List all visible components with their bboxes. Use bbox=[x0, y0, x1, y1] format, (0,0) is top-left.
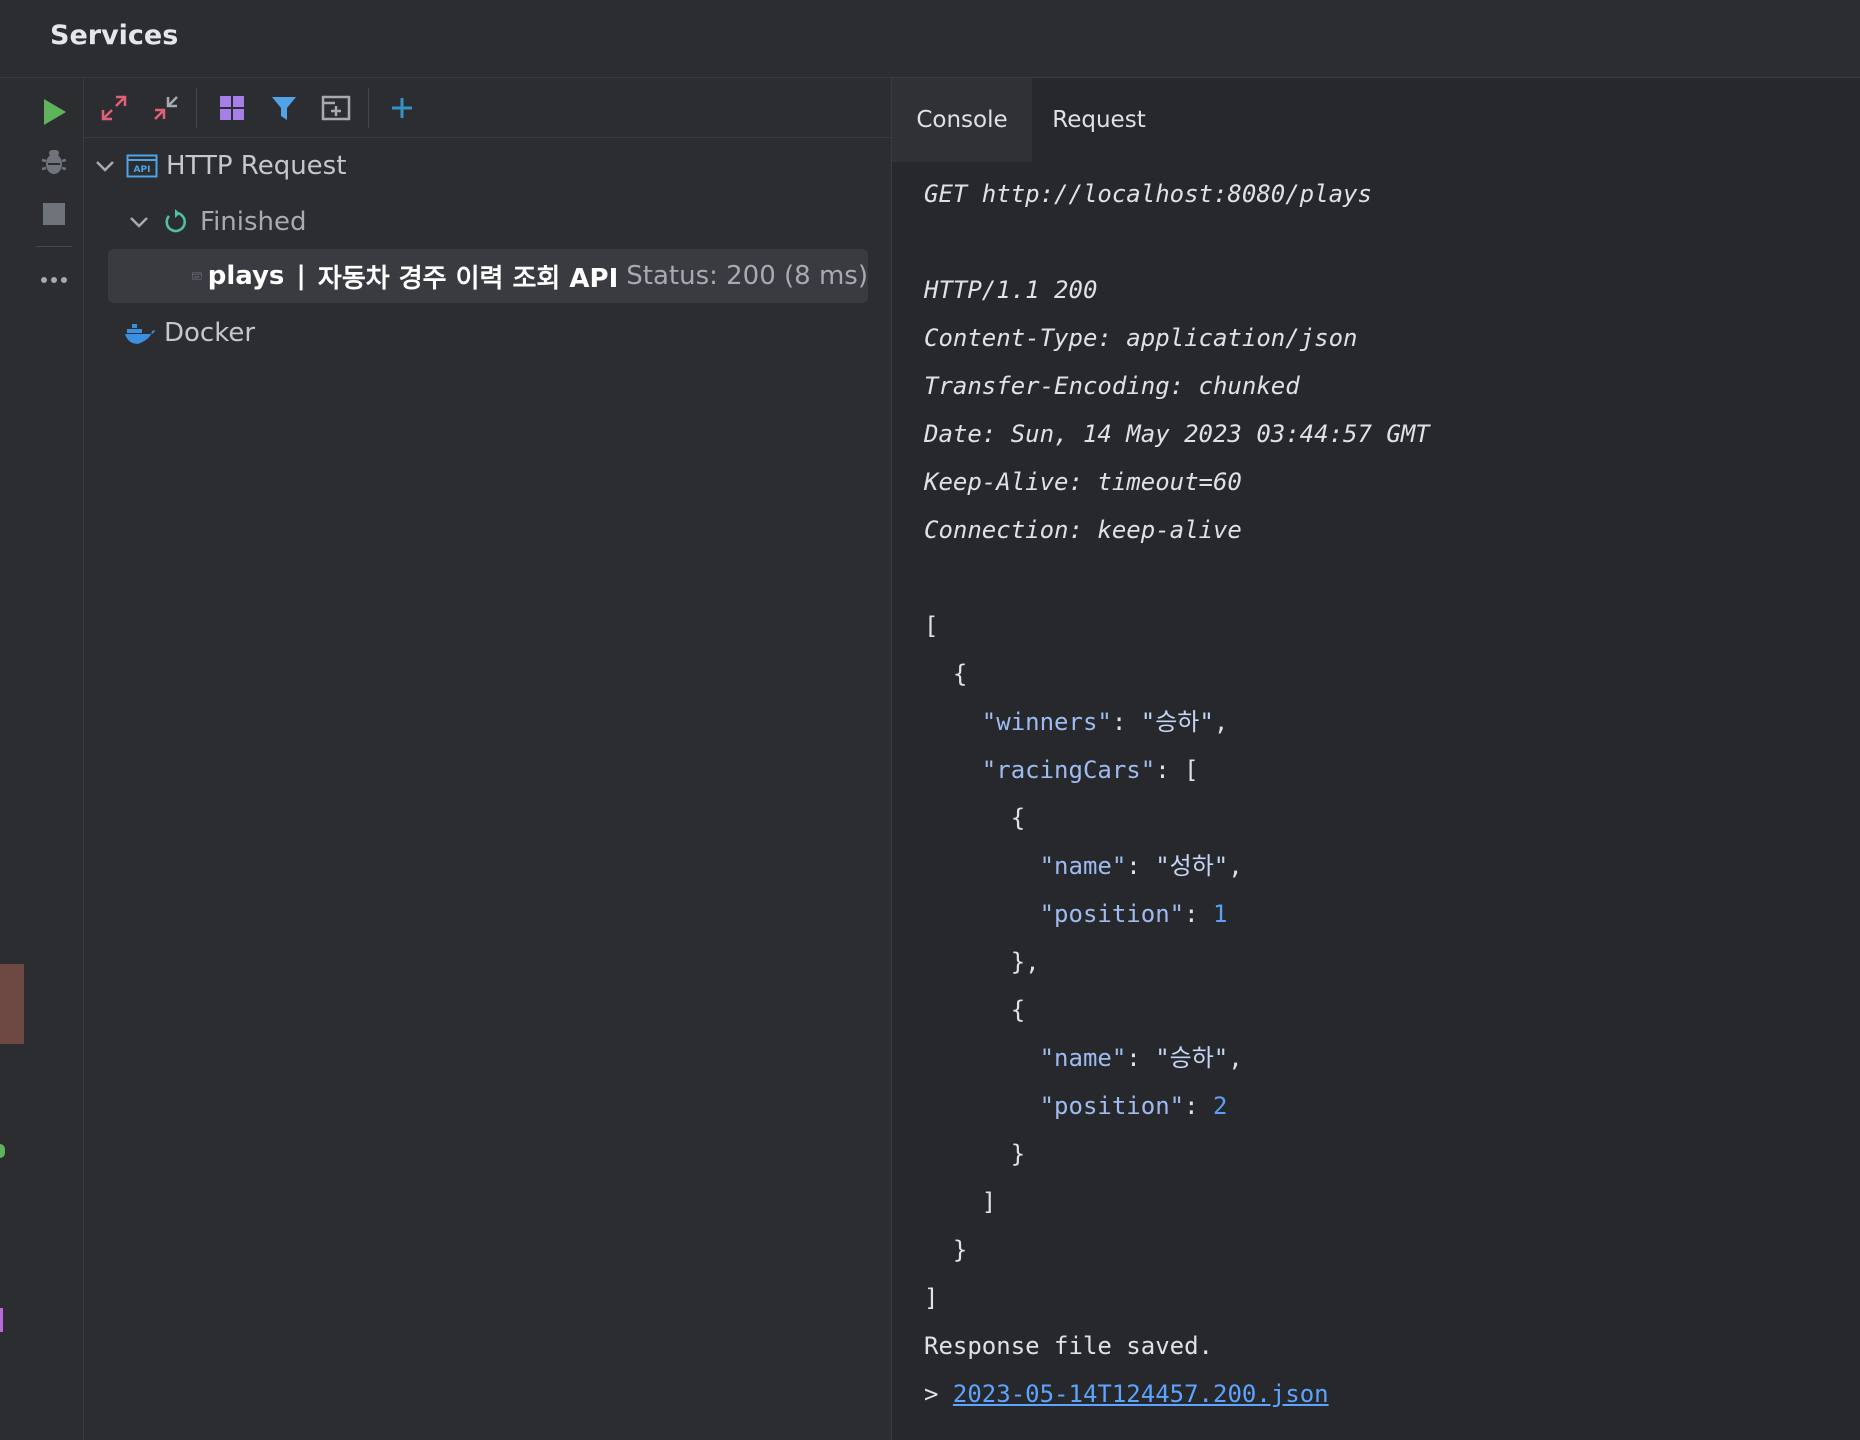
json-value: "승하" bbox=[1155, 1044, 1229, 1072]
json-line: }, bbox=[924, 948, 1040, 976]
rerun-icon bbox=[165, 209, 187, 233]
tree-node-label: Docker bbox=[164, 318, 256, 348]
stop-button[interactable] bbox=[24, 192, 84, 236]
response-header: Transfer-Encoding: chunked bbox=[924, 372, 1300, 400]
saved-file-line: > 2023-05-14T124457.200.json bbox=[924, 1370, 1430, 1418]
json-line: } bbox=[924, 1140, 1026, 1168]
response-header: Content-Type: application/json bbox=[924, 324, 1358, 352]
json-key: "racingCars" bbox=[981, 756, 1156, 784]
new-tab-button[interactable] bbox=[312, 84, 360, 132]
grid-icon bbox=[220, 96, 244, 120]
filter-button[interactable] bbox=[260, 84, 308, 132]
expand-all-button[interactable] bbox=[90, 84, 138, 132]
request-status: Status: 200 (8 ms) bbox=[626, 261, 868, 291]
details-panel: Console Request GET http://localhost:808… bbox=[892, 78, 1860, 1440]
json-line: ] bbox=[924, 1284, 939, 1312]
separator bbox=[36, 246, 72, 247]
saved-message: Response file saved. bbox=[924, 1332, 1213, 1360]
services-actions-column bbox=[24, 78, 84, 1440]
separator bbox=[196, 88, 197, 128]
json-line: } bbox=[924, 1236, 968, 1264]
debug-button[interactable] bbox=[24, 140, 84, 184]
request-line: GET http://localhost:8080/plays bbox=[924, 180, 1372, 208]
request-name: plays bbox=[207, 261, 285, 291]
api-icon: API bbox=[126, 154, 158, 178]
collapse-all-button[interactable] bbox=[142, 84, 190, 132]
plus-icon bbox=[392, 98, 412, 118]
svg-text:API: API bbox=[134, 165, 151, 175]
separator bbox=[368, 88, 369, 128]
json-line: "name": "승하", bbox=[1039, 1044, 1243, 1072]
run-icon bbox=[44, 99, 66, 125]
details-tabs: Console Request bbox=[892, 78, 1860, 162]
run-button[interactable] bbox=[24, 90, 84, 134]
open-in-tab-icon bbox=[321, 95, 351, 121]
status-line: HTTP/1.1 200 bbox=[924, 276, 1098, 304]
tree-node-finished[interactable]: Finished bbox=[128, 195, 307, 249]
docker-icon bbox=[125, 324, 155, 344]
request-description: 자동차 경주 이력 조회 API bbox=[317, 263, 619, 294]
stop-icon bbox=[43, 203, 65, 225]
left-edge-strip bbox=[0, 78, 24, 1440]
titlebar: Services bbox=[0, 0, 1860, 78]
tree-node-label: Finished bbox=[200, 207, 307, 237]
json-line: { bbox=[924, 804, 1026, 832]
json-line: ] bbox=[924, 1188, 997, 1216]
svg-text:API: API bbox=[194, 275, 199, 279]
collapse-icon bbox=[154, 96, 178, 120]
chevron-down-icon bbox=[96, 161, 114, 172]
json-line: { bbox=[924, 660, 968, 688]
response-file-link[interactable]: 2023-05-14T124457.200.json bbox=[953, 1380, 1329, 1408]
tree-node-label: HTTP Request bbox=[166, 151, 347, 181]
json-value: "성하" bbox=[1155, 852, 1229, 880]
tab-console[interactable]: Console bbox=[892, 78, 1032, 162]
chevron-down-icon bbox=[130, 217, 148, 228]
bug-icon bbox=[41, 150, 67, 174]
edge-marker bbox=[0, 964, 24, 1044]
tab-request[interactable]: Request bbox=[1032, 78, 1166, 162]
services-tree-panel: API HTTP Request Finished API plays | 자동… bbox=[84, 78, 892, 1440]
json-line: "name": "성하", bbox=[1039, 852, 1243, 880]
more-icon bbox=[41, 277, 67, 283]
json-line: "racingCars": [ bbox=[981, 756, 1199, 784]
add-service-button[interactable] bbox=[378, 84, 426, 132]
group-by-button[interactable] bbox=[208, 84, 256, 132]
json-line: "position": 1 bbox=[1039, 900, 1228, 928]
json-key: "name" bbox=[1039, 1044, 1127, 1072]
json-line: { bbox=[924, 996, 1026, 1024]
tree-node-http-request[interactable]: API HTTP Request bbox=[94, 139, 346, 193]
json-line: "position": 2 bbox=[1039, 1092, 1228, 1120]
expand-icon bbox=[101, 95, 127, 121]
more-button[interactable] bbox=[24, 258, 84, 302]
tree-node-docker[interactable]: Docker bbox=[124, 306, 255, 360]
edge-marker bbox=[0, 1144, 5, 1158]
api-icon: API bbox=[192, 272, 202, 280]
json-value: "승하" bbox=[1140, 708, 1214, 736]
edge-marker bbox=[0, 1308, 3, 1332]
request-separator: | bbox=[296, 261, 306, 291]
tree-node-request-plays[interactable]: API plays | 자동차 경주 이력 조회 API Status: 200… bbox=[108, 249, 868, 303]
prompt-symbol: > bbox=[924, 1380, 939, 1408]
json-key: "name" bbox=[1039, 852, 1127, 880]
filter-icon bbox=[272, 97, 296, 120]
json-value: 2 bbox=[1213, 1092, 1228, 1120]
json-key: "position" bbox=[1039, 900, 1185, 928]
tree-toolbar bbox=[84, 78, 892, 138]
window-title: Services bbox=[50, 20, 179, 51]
console-output: GET http://localhost:8080/plays HTTP/1.1 … bbox=[924, 170, 1430, 1418]
response-header: Keep-Alive: timeout=60 bbox=[924, 468, 1242, 496]
json-key: "winners" bbox=[981, 708, 1112, 736]
json-value: 1 bbox=[1213, 900, 1228, 928]
json-line: "winners": "승하", bbox=[981, 708, 1229, 736]
json-line: [ bbox=[924, 612, 939, 640]
response-header: Connection: keep-alive bbox=[924, 516, 1242, 544]
response-header: Date: Sun, 14 May 2023 03:44:57 GMT bbox=[924, 420, 1430, 448]
json-key: "position" bbox=[1039, 1092, 1185, 1120]
